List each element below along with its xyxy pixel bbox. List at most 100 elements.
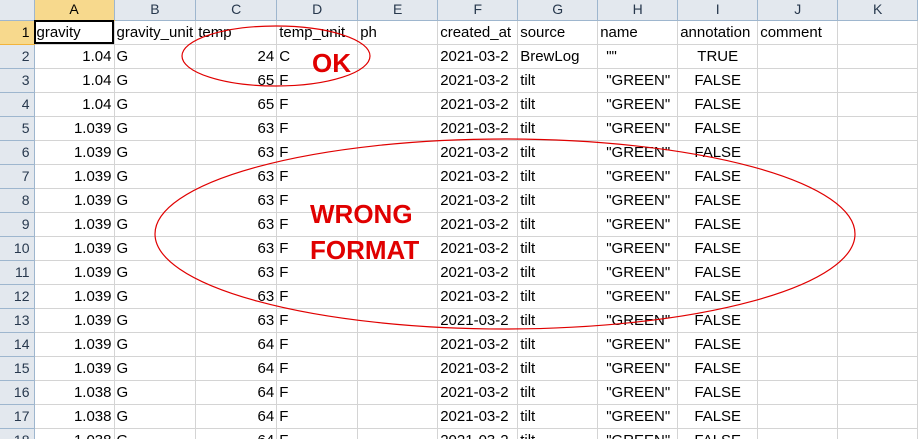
cell-j11[interactable] bbox=[757, 260, 839, 285]
cell-a13[interactable]: 1.039 bbox=[34, 308, 115, 333]
cell-j16[interactable] bbox=[757, 380, 839, 405]
column-header-g[interactable]: G bbox=[517, 0, 599, 21]
cell-b9[interactable]: G bbox=[114, 212, 197, 237]
cell-i5[interactable]: FALSE bbox=[677, 116, 759, 141]
column-header-c[interactable]: C bbox=[195, 0, 278, 21]
cell-k6[interactable] bbox=[837, 140, 919, 165]
cell-a18[interactable]: 1.038 bbox=[34, 428, 115, 439]
row-header-13[interactable]: 13 bbox=[0, 308, 35, 333]
cell-g9[interactable]: tilt bbox=[517, 212, 599, 237]
cell-e9[interactable] bbox=[357, 212, 439, 237]
cell-h15[interactable]: "GREEN" bbox=[597, 356, 679, 381]
cell-h11[interactable]: "GREEN" bbox=[597, 260, 679, 285]
cell-c12[interactable]: 63 bbox=[195, 284, 278, 309]
cell-j5[interactable] bbox=[757, 116, 839, 141]
cell-g5[interactable]: tilt bbox=[517, 116, 599, 141]
cell-k3[interactable] bbox=[837, 68, 919, 93]
cell-h13[interactable]: "GREEN" bbox=[597, 308, 679, 333]
cell-b16[interactable]: G bbox=[114, 380, 197, 405]
cell-d11[interactable]: F bbox=[276, 260, 359, 285]
cell-b11[interactable]: G bbox=[114, 260, 197, 285]
cell-j3[interactable] bbox=[757, 68, 839, 93]
cell-a8[interactable]: 1.039 bbox=[34, 188, 115, 213]
cell-j10[interactable] bbox=[757, 236, 839, 261]
cell-h6[interactable]: "GREEN" bbox=[597, 140, 679, 165]
cell-i17[interactable]: FALSE bbox=[677, 404, 759, 429]
cell-a16[interactable]: 1.038 bbox=[34, 380, 115, 405]
cell-c3[interactable]: 65 bbox=[195, 68, 278, 93]
cell-b5[interactable]: G bbox=[114, 116, 197, 141]
column-header-b[interactable]: B bbox=[114, 0, 197, 21]
row-header-6[interactable]: 6 bbox=[0, 140, 35, 165]
cell-f6[interactable]: 2021-03-2 bbox=[437, 140, 519, 165]
cell-c18[interactable]: 64 bbox=[195, 428, 278, 439]
column-header-f[interactable]: F bbox=[437, 0, 519, 21]
cell-a15[interactable]: 1.039 bbox=[34, 356, 115, 381]
cell-j13[interactable] bbox=[757, 308, 839, 333]
cell-e11[interactable] bbox=[357, 260, 439, 285]
cell-h12[interactable]: "GREEN" bbox=[597, 284, 679, 309]
column-header-e[interactable]: E bbox=[357, 0, 439, 21]
cell-f14[interactable]: 2021-03-2 bbox=[437, 332, 519, 357]
cell-h17[interactable]: "GREEN" bbox=[597, 404, 679, 429]
cell-e13[interactable] bbox=[357, 308, 439, 333]
cell-g15[interactable]: tilt bbox=[517, 356, 599, 381]
cell-i8[interactable]: FALSE bbox=[677, 188, 759, 213]
cell-a5[interactable]: 1.039 bbox=[34, 116, 115, 141]
cell-e14[interactable] bbox=[357, 332, 439, 357]
row-header-18[interactable]: 18 bbox=[0, 428, 35, 439]
cell-f5[interactable]: 2021-03-2 bbox=[437, 116, 519, 141]
cell-g12[interactable]: tilt bbox=[517, 284, 599, 309]
cell-b3[interactable]: G bbox=[114, 68, 197, 93]
cell-a7[interactable]: 1.039 bbox=[34, 164, 115, 189]
cell-h8[interactable]: "GREEN" bbox=[597, 188, 679, 213]
cell-i7[interactable]: FALSE bbox=[677, 164, 759, 189]
cell-g14[interactable]: tilt bbox=[517, 332, 599, 357]
cell-d1[interactable]: temp_unit bbox=[276, 20, 359, 45]
cell-i3[interactable]: FALSE bbox=[677, 68, 759, 93]
cell-k12[interactable] bbox=[837, 284, 919, 309]
row-header-5[interactable]: 5 bbox=[0, 116, 35, 141]
cell-c4[interactable]: 65 bbox=[195, 92, 278, 117]
row-header-2[interactable]: 2 bbox=[0, 44, 35, 69]
cell-h4[interactable]: "GREEN" bbox=[597, 92, 679, 117]
cell-f16[interactable]: 2021-03-2 bbox=[437, 380, 519, 405]
cell-f18[interactable]: 2021-03-2 bbox=[437, 428, 519, 439]
cell-i11[interactable]: FALSE bbox=[677, 260, 759, 285]
cell-k11[interactable] bbox=[837, 260, 919, 285]
row-header-1[interactable]: 1 bbox=[0, 20, 35, 45]
cell-g3[interactable]: tilt bbox=[517, 68, 599, 93]
cell-i1[interactable]: annotation bbox=[677, 20, 759, 45]
cell-c2[interactable]: 24 bbox=[195, 44, 278, 69]
cell-g2[interactable]: BrewLog bbox=[517, 44, 599, 69]
cell-g11[interactable]: tilt bbox=[517, 260, 599, 285]
cell-c17[interactable]: 64 bbox=[195, 404, 278, 429]
column-header-k[interactable]: K bbox=[837, 0, 919, 21]
cell-g17[interactable]: tilt bbox=[517, 404, 599, 429]
cell-e10[interactable] bbox=[357, 236, 439, 261]
cell-e5[interactable] bbox=[357, 116, 439, 141]
cell-b6[interactable]: G bbox=[114, 140, 197, 165]
select-all-corner[interactable] bbox=[0, 0, 35, 21]
cell-d2[interactable]: C bbox=[276, 44, 359, 69]
cell-g1[interactable]: source bbox=[517, 20, 599, 45]
cell-h7[interactable]: "GREEN" bbox=[597, 164, 679, 189]
cell-a3[interactable]: 1.04 bbox=[34, 68, 115, 93]
cell-g8[interactable]: tilt bbox=[517, 188, 599, 213]
cell-a9[interactable]: 1.039 bbox=[34, 212, 115, 237]
cell-d16[interactable]: F bbox=[276, 380, 359, 405]
cell-d6[interactable]: F bbox=[276, 140, 359, 165]
cell-j7[interactable] bbox=[757, 164, 839, 189]
cell-i13[interactable]: FALSE bbox=[677, 308, 759, 333]
cell-d15[interactable]: F bbox=[276, 356, 359, 381]
cell-c10[interactable]: 63 bbox=[195, 236, 278, 261]
cell-k5[interactable] bbox=[837, 116, 919, 141]
cell-k1[interactable] bbox=[837, 20, 919, 45]
cell-f10[interactable]: 2021-03-2 bbox=[437, 236, 519, 261]
column-header-i[interactable]: I bbox=[677, 0, 759, 21]
cell-f2[interactable]: 2021-03-2 bbox=[437, 44, 519, 69]
row-header-4[interactable]: 4 bbox=[0, 92, 35, 117]
cell-b10[interactable]: G bbox=[114, 236, 197, 261]
cell-b14[interactable]: G bbox=[114, 332, 197, 357]
cell-k9[interactable] bbox=[837, 212, 919, 237]
